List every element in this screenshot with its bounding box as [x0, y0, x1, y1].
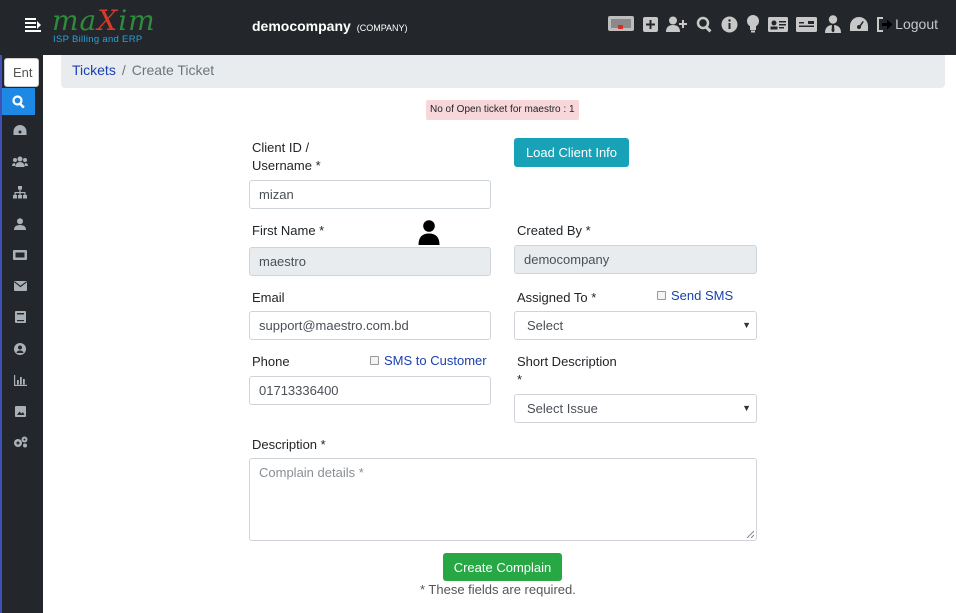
- required-fields-note: * These fields are required.: [420, 582, 576, 597]
- first-name-input[interactable]: maestro: [249, 247, 491, 276]
- sign-out-icon: [877, 16, 893, 32]
- send-sms-checkbox[interactable]: Send SMS: [657, 288, 733, 303]
- maxim-logo[interactable]: maXim ISP Billing and ERP: [52, 4, 167, 46]
- money-card-icon[interactable]: [796, 14, 818, 34]
- description-placeholder: Complain details *: [259, 465, 364, 480]
- checkbox-box[interactable]: [370, 356, 379, 365]
- resize-grip-icon[interactable]: [746, 530, 754, 538]
- info-icon[interactable]: [721, 14, 738, 34]
- open-ticket-notice: No of Open ticket for maestro : 1: [426, 100, 579, 120]
- description-textarea[interactable]: Complain details *: [249, 458, 757, 541]
- sidebar-item-bar-chart-icon[interactable]: [12, 373, 28, 387]
- breadcrumb: Tickets / Create Ticket: [61, 55, 945, 88]
- user-profile-icon[interactable]: [418, 220, 440, 245]
- send-sms-label: Send SMS: [671, 288, 734, 303]
- company-name: democompany (COMPANY): [252, 18, 408, 34]
- search-icon[interactable]: [696, 14, 713, 34]
- email-label: Email: [252, 290, 285, 305]
- sidebar-item-dashboard-icon[interactable]: [12, 123, 28, 137]
- assigned-to-value: Select: [527, 318, 564, 333]
- plus-square-icon[interactable]: [643, 14, 659, 34]
- sidebar-item-user-icon[interactable]: [12, 217, 28, 231]
- lightbulb-icon[interactable]: [746, 14, 760, 34]
- sidebar-item-ticket-icon[interactable]: [12, 248, 28, 262]
- phone-input[interactable]: 01713336400: [249, 376, 491, 405]
- breadcrumb-separator: /: [121, 62, 126, 78]
- user-tie-icon[interactable]: [825, 14, 842, 34]
- created-by-label: Created By *: [517, 223, 591, 238]
- search-icon: [11, 94, 25, 108]
- sidebar-item-user-circle-icon[interactable]: [12, 342, 28, 356]
- sidebar-item-image-icon[interactable]: [12, 404, 28, 418]
- sidebar-search-input[interactable]: Ent: [4, 58, 39, 87]
- top-navbar: maXim ISP Billing and ERP democompany (C…: [0, 0, 956, 55]
- logo-wordmark: maXim: [52, 4, 156, 37]
- checkbox-box[interactable]: [657, 291, 666, 300]
- dropdown-caret-icon: ▼: [742, 320, 751, 330]
- first-name-label: First Name *: [252, 223, 325, 238]
- assigned-to-label: Assigned To *: [517, 290, 597, 305]
- menu-toggle-icon[interactable]: [25, 17, 41, 33]
- breadcrumb-current: Create Ticket: [131, 62, 215, 78]
- short-description-select[interactable]: Select Issue ▼: [514, 394, 757, 423]
- short-description-value: Select Issue: [527, 401, 598, 416]
- phone-label: Phone: [252, 354, 290, 369]
- sidebar: Ent: [0, 55, 43, 613]
- create-complain-button[interactable]: Create Complain: [443, 553, 562, 581]
- assigned-to-select[interactable]: Select ▼: [514, 311, 757, 340]
- sms-to-customer-label: SMS to Customer: [384, 353, 487, 368]
- top-icon-bar: Logout: [607, 14, 938, 34]
- logout-button[interactable]: Logout: [877, 16, 938, 32]
- sidebar-item-envelope-icon[interactable]: [12, 279, 28, 293]
- logout-label: Logout: [895, 16, 938, 32]
- sms-to-customer-checkbox[interactable]: SMS to Customer: [370, 353, 487, 368]
- sidebar-item-cogs-icon[interactable]: [12, 435, 28, 449]
- company-tag: (COMPANY): [356, 23, 408, 33]
- ticket-icon[interactable]: [607, 14, 635, 34]
- sidebar-item-users-icon[interactable]: [12, 154, 28, 168]
- client-id-input[interactable]: mizan: [249, 180, 491, 209]
- client-id-label: Client ID / Username *: [252, 140, 321, 173]
- logo-subtitle: ISP Billing and ERP: [53, 34, 143, 45]
- created-by-input[interactable]: democompany: [514, 245, 757, 274]
- sidebar-search-button[interactable]: [2, 88, 35, 115]
- breadcrumb-link-tickets[interactable]: Tickets: [72, 62, 116, 78]
- short-description-label: Short Description *: [517, 354, 617, 387]
- add-user-icon[interactable]: [666, 14, 688, 34]
- sidebar-item-network-icon[interactable]: [12, 185, 28, 199]
- email-input[interactable]: support@maestro.com.bd: [249, 311, 491, 340]
- sidebar-item-book-icon[interactable]: [12, 310, 28, 324]
- description-label: Description *: [252, 437, 326, 452]
- load-client-info-button[interactable]: Load Client Info: [514, 138, 629, 167]
- dropdown-caret-icon: ▼: [742, 403, 751, 413]
- id-card-icon[interactable]: [768, 14, 789, 34]
- dashboard-gauge-icon[interactable]: [849, 14, 869, 34]
